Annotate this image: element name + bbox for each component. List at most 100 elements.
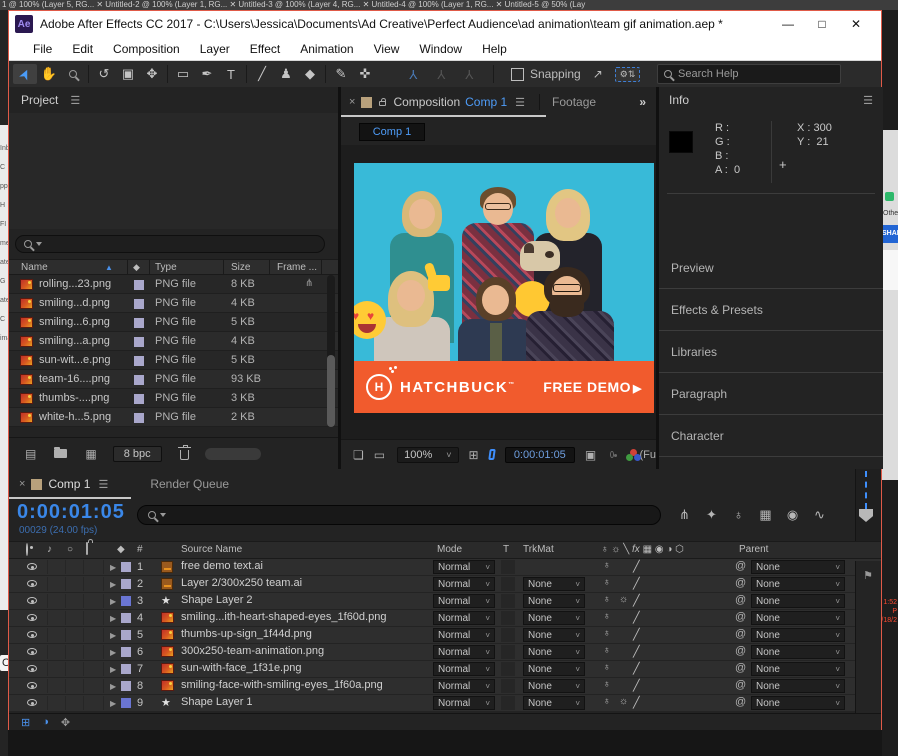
parent-dropdown[interactable]: None (751, 560, 845, 574)
parent-dropdown[interactable]: None (751, 611, 845, 625)
composition-flowchart-icon[interactable]: ⋔ (671, 507, 698, 523)
layer-row[interactable]: ▶ 4 smiling...ith-heart-shaped-eyes_1f60… (9, 610, 881, 627)
shy-switch-icon[interactable]: ♁ (603, 696, 611, 707)
layer-row[interactable]: ▶ 5 thumbs-up-sign_1f44d.png Normal None… (9, 627, 881, 644)
trkmat-dropdown[interactable]: None (523, 696, 585, 710)
trkmat-dropdown[interactable]: None (523, 594, 585, 608)
menu-item[interactable]: View (364, 42, 410, 56)
parent-dropdown[interactable]: None (751, 594, 845, 608)
layer-row[interactable]: ▶ 3 ★ Shape Layer 2 Normal None ♁ ☼ ╱ @ … (9, 593, 881, 610)
parent-dropdown[interactable]: None (751, 679, 845, 693)
column-mode[interactable]: Mode (437, 544, 462, 555)
interpret-footage-icon[interactable]: ▤ (25, 447, 36, 461)
twirl-icon[interactable]: ▶ (110, 563, 116, 572)
tab-composition[interactable]: Composition (393, 95, 460, 109)
minimize-button[interactable]: — (771, 17, 805, 31)
layer-label-swatch[interactable] (121, 647, 131, 657)
show-channel-icon[interactable] (625, 448, 641, 461)
project-file-row[interactable]: smiling...d.png PNG file 4 KB ⋔ (9, 294, 338, 313)
tab-info[interactable]: Info (669, 93, 689, 107)
layer-row[interactable]: ▶ 1 free demo text.ai Normal ♁ ☼ ╱ @ Non… (9, 559, 881, 576)
twirl-icon[interactable]: ▶ (110, 699, 116, 708)
search-help-input[interactable]: Search Help (657, 64, 841, 84)
magnification-dropdown[interactable]: 100% (397, 446, 459, 463)
always-preview-icon[interactable]: ❏ (353, 448, 364, 462)
layer-name[interactable]: Layer 2/300x250 team.ai (181, 577, 431, 589)
blend-mode-dropdown[interactable]: Normal (433, 594, 495, 608)
eraser-tool[interactable]: ◆ (298, 64, 322, 84)
pickwhip-icon[interactable]: @ (735, 679, 746, 691)
layer-name[interactable]: smiling-face-with-smiling-eyes_1f60a.png (181, 679, 431, 691)
pickwhip-icon[interactable]: @ (735, 696, 746, 708)
snapshot-icon[interactable]: ▣ (585, 448, 596, 462)
quality-switch-icon[interactable]: ╱ (633, 628, 640, 641)
shy-switch-icon[interactable]: ♁ (603, 645, 611, 656)
blend-mode-dropdown[interactable]: Normal (433, 560, 495, 574)
view-axis-mode[interactable]: Y (455, 67, 483, 82)
shy-switch-icon[interactable]: ♁ (603, 611, 611, 622)
column-trkmat[interactable]: TrkMat (523, 544, 554, 555)
layer-visibility-icon[interactable] (27, 580, 37, 587)
column-source-name[interactable]: Source Name (181, 544, 242, 555)
panel-menu-icon[interactable]: ☰ (98, 478, 108, 491)
layer-name[interactable]: free demo text.ai (181, 560, 431, 572)
column-t[interactable]: T (503, 544, 509, 555)
collapsed-panel-tab[interactable]: Effects & Presets (659, 289, 883, 331)
twirl-icon[interactable]: ▶ (110, 631, 116, 640)
workspace-settings-icon[interactable]: ⚙⇅ (614, 66, 641, 82)
timeline-track-area[interactable]: ⚑ (855, 561, 881, 713)
zoom-tool[interactable] (61, 64, 85, 84)
label-swatch[interactable] (134, 413, 144, 423)
pickwhip-icon[interactable]: @ (735, 577, 746, 589)
menu-item[interactable]: Edit (62, 42, 103, 56)
project-file-row[interactable]: white-h...5.png PNG file 2 KB ⋔ (9, 408, 338, 427)
comp-marker-icon[interactable]: ⚑ (863, 569, 873, 582)
twirl-icon[interactable]: ▶ (110, 682, 116, 691)
blend-mode-dropdown[interactable]: Normal (433, 662, 495, 676)
layer-visibility-icon[interactable] (27, 614, 37, 621)
shy-switch-icon[interactable]: ♁ (603, 679, 611, 690)
graph-editor-icon[interactable]: ∿ (806, 507, 833, 523)
tab-render-queue[interactable]: Render Queue (150, 477, 229, 491)
composition-canvas[interactable]: ♥ ♥ H HATCHBUCK™ FREE DEMO ▶ (354, 163, 654, 413)
twirl-icon[interactable]: ▶ (110, 597, 116, 606)
trkmat-dropdown[interactable]: None (523, 645, 585, 659)
parent-dropdown[interactable]: None (751, 645, 845, 659)
footer-scroll-pill[interactable] (204, 447, 261, 460)
grid-guides-icon[interactable]: ⊞ (469, 448, 479, 462)
blend-mode-dropdown[interactable]: Normal (433, 645, 495, 659)
twirl-icon[interactable]: ▶ (110, 580, 116, 589)
resolution-dropdown[interactable]: (Fu (640, 449, 657, 461)
tab-project[interactable]: Project (21, 93, 58, 107)
active-comp-name[interactable]: Comp 1 (465, 95, 507, 109)
project-search-input[interactable] (15, 235, 325, 253)
layer-name[interactable]: Shape Layer 2 (181, 594, 431, 606)
snapping-checkbox[interactable] (511, 67, 524, 81)
show-snapshot-icon[interactable] (610, 451, 617, 458)
bit-depth-button[interactable]: 8 bpc (112, 445, 162, 462)
brush-tool[interactable]: ╱ (250, 64, 274, 84)
rotate-tool[interactable]: ↺ (92, 64, 116, 84)
column-size[interactable]: Size (231, 262, 250, 273)
world-axis-mode[interactable]: Y (427, 67, 455, 82)
puppet-pin-tool[interactable]: ✜ (353, 64, 377, 84)
project-file-row[interactable]: sun-wit...e.png PNG file 5 KB ⋔ (9, 351, 338, 370)
expand-transfer-controls-icon[interactable]: ◑ (42, 716, 49, 728)
collapsed-panel-tab[interactable]: Character (659, 415, 883, 457)
layer-label-swatch[interactable] (121, 698, 131, 708)
clone-stamp-tool[interactable]: ♟ (274, 64, 298, 84)
layer-visibility-icon[interactable] (27, 648, 37, 655)
shy-switch-icon[interactable]: ♁ (603, 662, 611, 673)
layer-label-swatch[interactable] (121, 562, 131, 572)
playhead[interactable] (859, 509, 873, 522)
close-tab-icon[interactable]: × (349, 96, 355, 108)
frame-blending-icon[interactable]: ▦ (752, 507, 779, 523)
label-swatch[interactable] (134, 299, 144, 309)
close-button[interactable]: ✕ (839, 17, 873, 31)
layer-name[interactable]: sun-with-face_1f31e.png (181, 662, 431, 674)
layer-visibility-icon[interactable] (27, 631, 37, 638)
quality-switch-icon[interactable]: ╱ (633, 662, 640, 675)
layer-label-swatch[interactable] (121, 664, 131, 674)
parent-dropdown[interactable]: None (751, 662, 845, 676)
column-type[interactable]: Type (155, 262, 177, 273)
